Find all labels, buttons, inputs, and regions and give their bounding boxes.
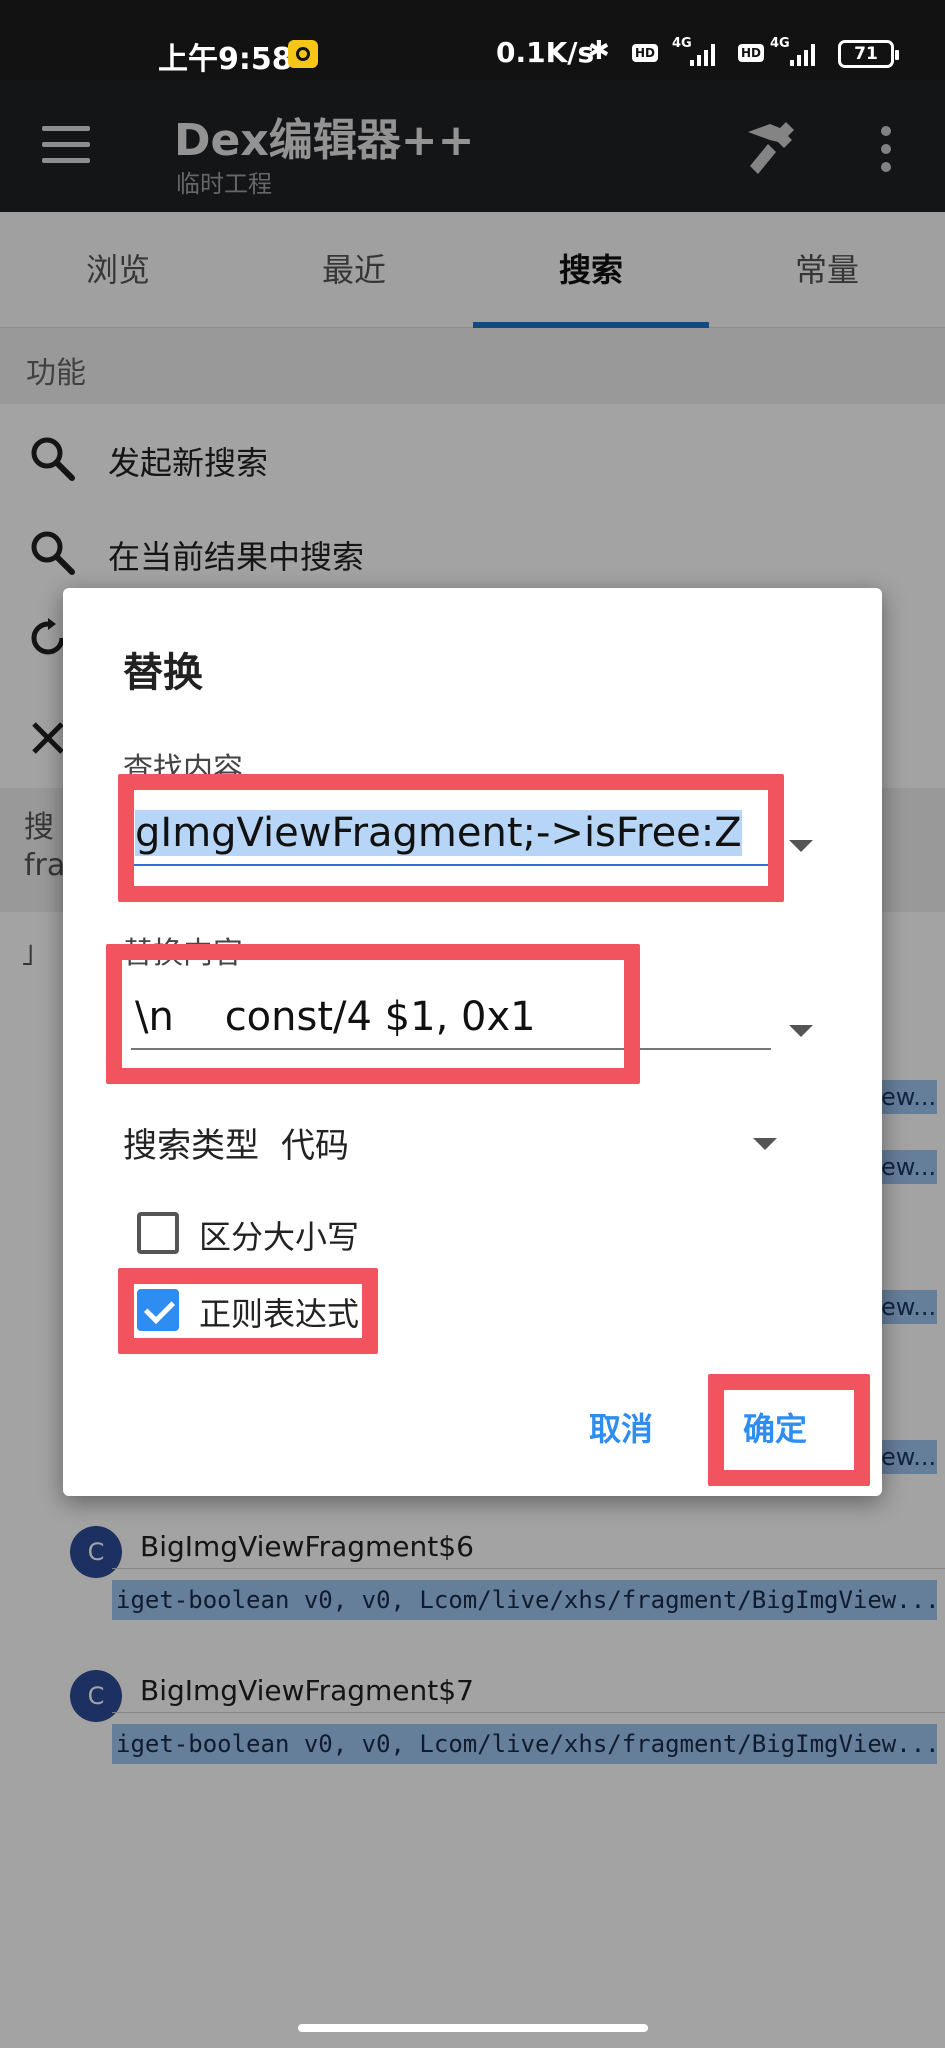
network-type: 4G: [770, 36, 790, 51]
home-indicator[interactable]: [298, 2024, 648, 2032]
signal-icon: [790, 42, 815, 66]
notification-badge-icon: [288, 40, 318, 68]
network-type: 4G: [672, 36, 692, 51]
network-speed: 0.1K/s: [496, 36, 595, 69]
annotation-box-confirm: [708, 1374, 870, 1486]
case-sensitive-label: 区分大小写: [199, 1218, 360, 1256]
cancel-button[interactable]: 取消: [589, 1404, 653, 1450]
signal-icon: [690, 42, 715, 66]
battery-icon: 71: [838, 40, 899, 68]
find-history-dropdown-icon[interactable]: [789, 840, 813, 852]
annotation-box-regex: [118, 1268, 378, 1354]
replace-history-dropdown-icon[interactable]: [789, 1025, 813, 1037]
bluetooth-icon: ✱: [588, 36, 610, 66]
dialog-title: 替换: [123, 650, 203, 696]
annotation-box-replace: [106, 944, 640, 1084]
hd-icon: HD: [738, 44, 765, 62]
status-bar: 上午9:58 0.1K/s ✱ HD 4G HD 4G 71: [0, 0, 945, 80]
hd-icon: HD: [632, 44, 659, 62]
search-type-select[interactable]: 搜索类型 代码: [123, 1118, 371, 1167]
case-sensitive-checkbox[interactable]: [137, 1212, 179, 1254]
annotation-box-find: [118, 774, 784, 902]
search-type-label: 搜索类型: [123, 1126, 259, 1166]
status-time: 上午9:58: [158, 42, 293, 77]
search-type-dropdown-icon[interactable]: [753, 1138, 777, 1150]
search-type-value: 代码: [281, 1126, 349, 1166]
